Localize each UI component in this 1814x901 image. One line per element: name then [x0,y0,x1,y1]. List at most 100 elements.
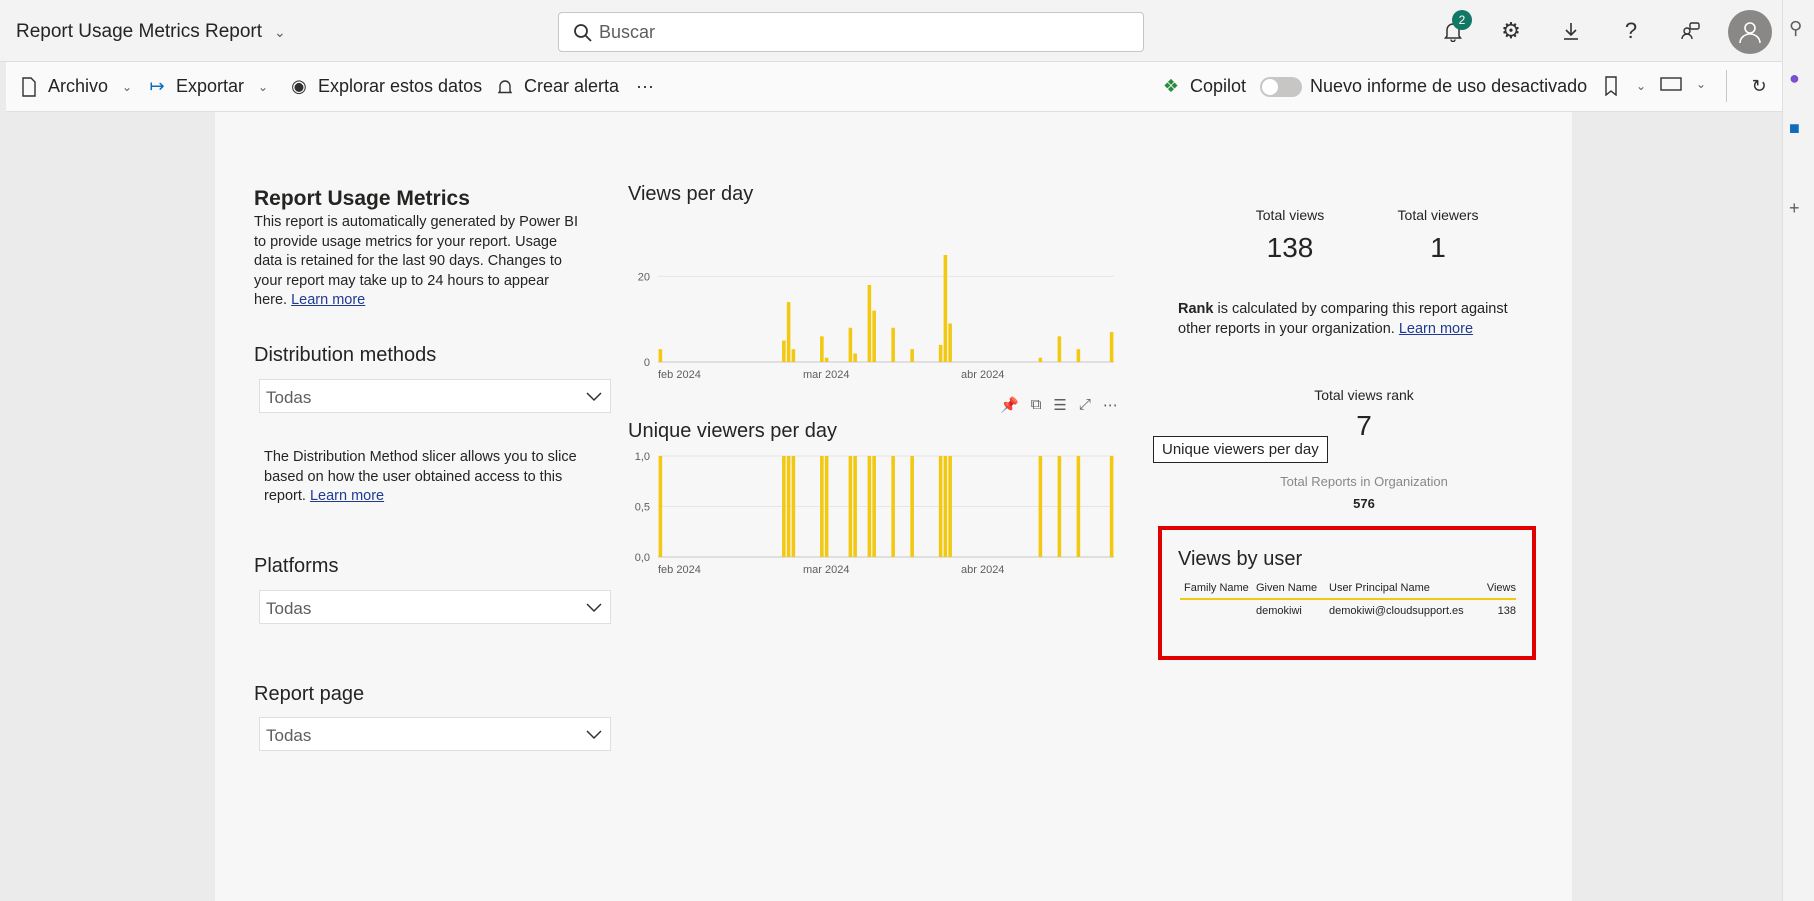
bar [853,353,857,362]
x-tick-label: mar 2024 [803,564,849,576]
total-views-rank-label: Total views rank [1314,387,1414,403]
refresh-icon: ↻ [1751,76,1767,96]
download-icon [1564,23,1578,40]
export-arrow-icon: ↦ [149,76,165,96]
views-per-day-chart[interactable]: 0 20 feb 2024 mar 2024 abr 2024 [628,225,1128,385]
bar [848,327,853,362]
report-title-menu[interactable]: Report Usage Metrics Report ⌄ [16,21,286,43]
bookmark-menu-button[interactable]: ⌄ [1600,76,1646,96]
notifications-button[interactable]: 2 [1436,10,1472,48]
column-header-views[interactable]: Views [1479,582,1516,594]
visual-header: 📌 ⧉ ☰ ⤢ ⋯ [1000,396,1118,414]
copy-icon[interactable]: ⧉ [1031,396,1042,414]
refresh-button[interactable]: ↻ [1748,76,1770,97]
bar [1057,336,1062,362]
view-rectangle-icon [1660,77,1682,91]
bar [1076,349,1081,362]
report-page-dropdown[interactable]: Todas [259,717,611,751]
column-header-user-principal-name[interactable]: User Principal Name [1329,582,1479,594]
focus-mode-icon[interactable]: ⤢ [1079,396,1091,414]
person-icon [1739,22,1761,44]
bar [658,349,663,362]
platforms-value: Todas [266,599,312,618]
bar [872,456,876,557]
copilot-button[interactable]: ❖ Copilot [1160,76,1246,97]
chevron-down-icon: ⌄ [1636,79,1647,93]
bar [853,456,857,557]
bar [943,255,948,362]
rank-bold-label: Rank [1178,301,1214,317]
bar [782,456,786,557]
chevron-down-icon [586,392,602,402]
distribution-note: The Distribution Method slicer allows yo… [264,448,594,507]
views-by-user-title: Views by user [1178,548,1303,570]
download-button[interactable] [1554,14,1588,48]
bar [658,456,663,557]
file-menu-button[interactable]: Archivo ⌄ [18,76,132,97]
bar [791,456,796,557]
report-title: Report Usage Metrics Report [16,21,263,42]
outlook-icon[interactable]: ■ [1789,118,1800,139]
help-button[interactable]: ? [1614,14,1648,48]
total-viewers-value: 1 [1430,232,1446,263]
chevron-down-icon: ⌄ [122,79,133,94]
copilot-app-icon[interactable]: ● [1789,68,1800,89]
bar [782,340,786,362]
bar [948,456,952,557]
add-icon[interactable]: + [1789,198,1800,219]
intro-text: This report is automatically generated b… [254,213,584,311]
bar [820,336,824,362]
bar [891,327,895,362]
column-header-family-name[interactable]: Family Name [1180,582,1256,594]
chart-tooltip: Unique viewers per day [1153,436,1328,463]
more-options-icon[interactable]: ⋯ [1103,396,1118,414]
y-tick-label: 20 [638,271,650,283]
settings-button[interactable]: ⚙ [1494,14,1528,48]
table-row[interactable]: demokiwi demokiwi@cloudsupport.es 138 [1180,600,1516,622]
explore-data-button[interactable]: ◉ Explorar estos datos [288,76,482,97]
feedback-button[interactable] [1674,14,1708,48]
distribution-learn-more-link[interactable]: Learn more [310,488,384,504]
x-tick-label: feb 2024 [658,369,701,381]
bar [943,456,948,557]
bar [938,344,943,362]
total-views-label: Total views [1255,207,1325,223]
toggle-switch[interactable] [1260,76,1302,97]
intro-learn-more-link[interactable]: Learn more [291,292,365,308]
views-by-user-table[interactable]: Family Name Given Name User Principal Na… [1180,578,1516,622]
user-avatar[interactable] [1728,10,1772,54]
platforms-title: Platforms [254,555,339,577]
bar [786,456,791,557]
people-chat-icon [1681,22,1700,40]
platforms-dropdown[interactable]: Todas [259,590,611,624]
search-icon[interactable]: ⚲ [1789,18,1802,39]
bar [1057,456,1062,557]
view-menu-button[interactable]: ⌄ [1660,76,1706,92]
new-usage-report-toggle[interactable]: Nuevo informe de uso desactivado [1260,76,1587,97]
pin-icon[interactable]: 📌 [1000,396,1019,414]
distribution-methods-dropdown[interactable]: Todas [259,379,611,413]
y-tick-label: 0,5 [635,502,650,514]
bar [848,456,853,557]
more-options-button[interactable]: ··· [636,76,654,97]
bar [1109,332,1114,362]
unique-viewers-per-day-chart[interactable]: 0,0 0,5 1,0 feb 2024 mar 2024 abr 2024 [628,450,1128,620]
bar [824,357,829,362]
document-icon [22,76,36,97]
search-input[interactable]: Buscar [558,12,1144,52]
export-menu-button[interactable]: ↦ Exportar ⌄ [146,76,268,97]
views-per-day-title: Views per day [628,183,754,205]
chevron-down-icon: ⌄ [1696,77,1707,91]
x-tick-label: mar 2024 [803,369,849,381]
bar [791,349,796,362]
total-reports-label: Total Reports in Organization [1280,474,1448,489]
rank-description: Rank is calculated by comparing this rep… [1178,300,1523,339]
rank-learn-more-link[interactable]: Learn more [1399,321,1473,337]
filter-icon[interactable]: ☰ [1053,396,1066,414]
total-reports-value: 576 [1353,496,1375,511]
chevron-down-icon [586,603,602,613]
search-placeholder: Buscar [599,21,656,42]
binoculars-icon: ◉ [291,76,307,96]
create-alert-button[interactable]: Crear alerta [494,76,619,97]
column-header-given-name[interactable]: Given Name [1256,582,1329,594]
